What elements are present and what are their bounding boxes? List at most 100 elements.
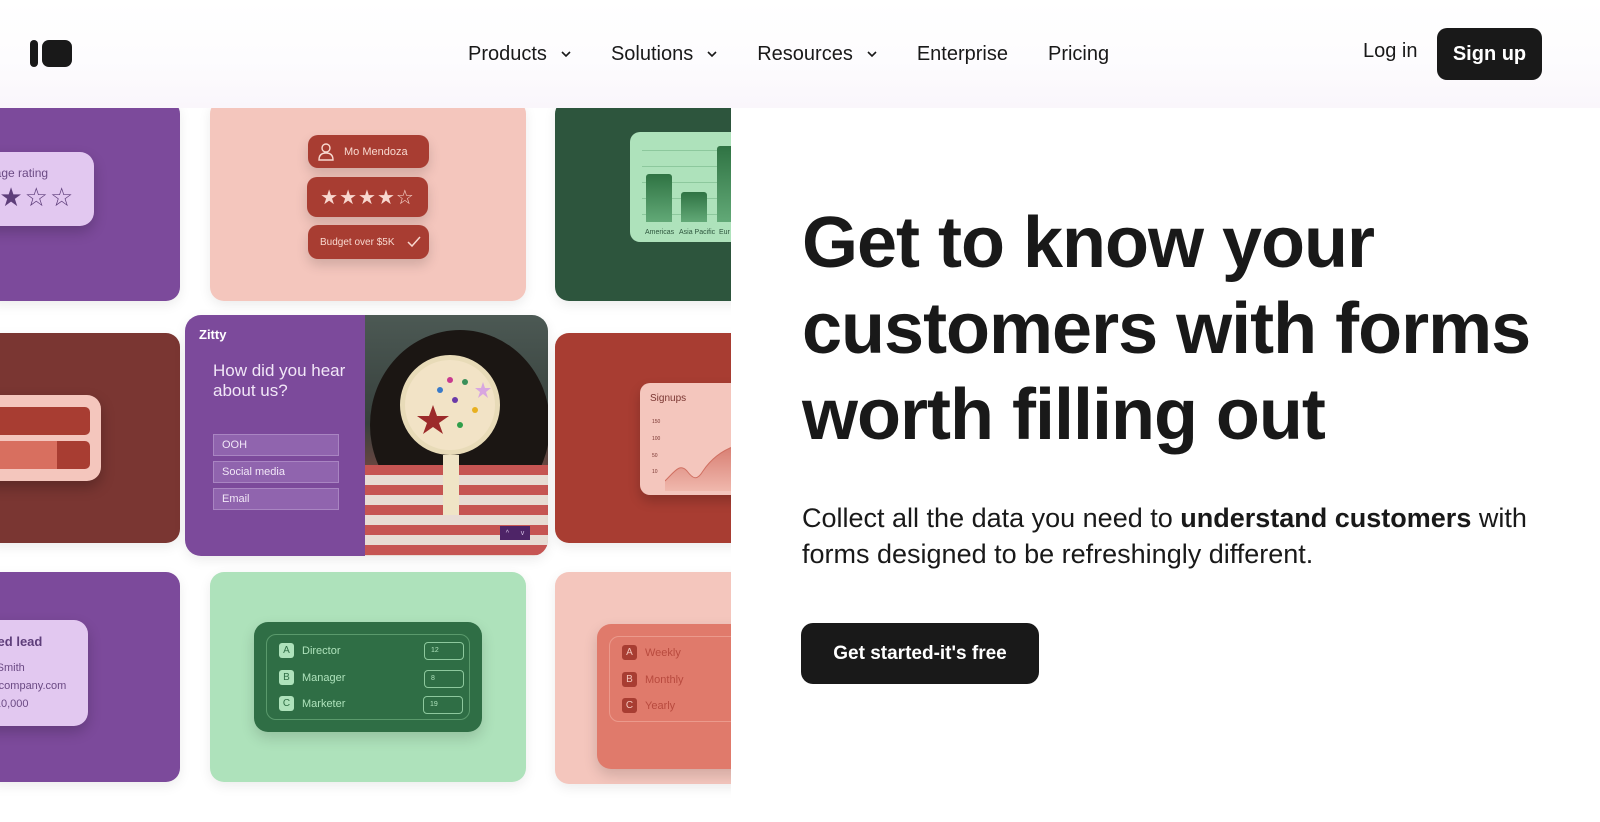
choice-label: Yearly (645, 699, 676, 712)
hero-subtitle-bold: understand customers (1180, 503, 1472, 533)
rating-stars: ★★☆☆ (0, 182, 75, 213)
main-nav: Products Solutions Resources Enterprise … (468, 40, 1149, 68)
tile-frequency-choice: A Weekly B Monthly C Yearly (555, 572, 755, 784)
form-nav-arrows[interactable]: ^ v (500, 526, 530, 540)
nav-resources-label: Resources (757, 42, 853, 65)
choice-weekly[interactable]: A Weekly (622, 645, 681, 660)
category-label: Americas (645, 229, 675, 236)
roles-inner: A Director B Manager C Marketer 12 8 19 (266, 634, 470, 720)
user-icon (318, 142, 334, 161)
count-input[interactable]: 8 (424, 670, 464, 688)
contact-name: Mo Mendoza (344, 145, 408, 158)
landing-page: Products Solutions Resources Enterprise … (0, 0, 1600, 822)
star-filled-icon: ★ (320, 186, 340, 209)
choice-label: Director (302, 644, 341, 657)
photo-woman-with-mirror: ^ v (365, 315, 548, 556)
zitty-question: How did you hear about us? (213, 361, 346, 400)
choice-key: C (622, 698, 637, 713)
nav-enterprise[interactable]: Enterprise (917, 43, 1008, 66)
nav-products-label: Products (468, 42, 547, 65)
progress-card (0, 395, 101, 481)
rating-card: erage rating ★★☆☆ (0, 152, 94, 226)
get-started-button[interactable]: Get started-it's free (801, 623, 1039, 684)
y-tick: 150 (652, 419, 661, 425)
photo-mirror-handle (443, 455, 459, 515)
sticker-decoration-icon (417, 377, 491, 434)
signups-title: Signups (650, 393, 687, 404)
nav-products[interactable]: Products (468, 43, 571, 66)
lead-email: y@company.com (0, 680, 67, 692)
logo-block-shape (42, 40, 72, 67)
nav-solutions[interactable]: Solutions (611, 43, 717, 66)
top-nav-bar: Products Solutions Resources Enterprise … (0, 0, 1600, 108)
option-email[interactable]: Email (213, 488, 339, 510)
choice-yearly[interactable]: C Yearly (622, 698, 675, 713)
tile-contact-pills: Mo Mendoza ★ ★ ★ ★ ☆ Budget over $5K (210, 100, 526, 301)
choice-label: Weekly (645, 646, 681, 659)
choice-monthly[interactable]: B Monthly (622, 672, 684, 687)
option-social-media[interactable]: Social media (213, 461, 339, 483)
option-ooh[interactable]: OOH (213, 434, 339, 456)
nav-pricing-label: Pricing (1047, 42, 1110, 65)
tile-zitty-form: Zitty How did you hear about us? OOH Soc… (185, 315, 548, 556)
choice-director[interactable]: A Director (279, 643, 341, 658)
chevron-down-icon[interactable]: v (521, 530, 525, 537)
choice-manager[interactable]: B Manager (279, 670, 345, 685)
choice-key: B (622, 672, 637, 687)
choice-key: A (622, 645, 637, 660)
rating-pill: ★ ★ ★ ★ ☆ (307, 177, 428, 217)
budget-label: Budget over $5K (320, 236, 395, 248)
count-input[interactable]: 19 (423, 696, 463, 714)
y-tick: 50 (652, 453, 658, 459)
name-pill: Mo Mendoza (308, 135, 429, 168)
lead-budget: r $10,000 (0, 698, 29, 710)
lead-name: ey Smith (0, 662, 25, 674)
category-label: Asia Pacific (679, 229, 716, 236)
bar-asia-pacific (681, 192, 707, 222)
hero-title: Get to know your customers with forms wo… (802, 203, 1531, 455)
bar-americas (646, 174, 672, 222)
star-empty-icon: ☆ (49, 182, 76, 212)
checkmark-icon (406, 236, 421, 248)
star-filled-icon: ★ (0, 182, 25, 212)
roles-card: A Director B Manager C Marketer 12 8 19 (254, 622, 482, 732)
y-tick: 10 (652, 469, 658, 475)
tile-average-rating: erage rating ★★☆☆ (0, 100, 180, 301)
lead-card: ified lead ey Smith y@company.com r $10,… (0, 620, 88, 726)
zitty-form-panel: Zitty How did you hear about us? OOH Soc… (185, 315, 365, 556)
tile-progress (0, 333, 180, 543)
photo-mirror (400, 355, 500, 455)
star-filled-icon: ★ (358, 186, 377, 209)
star-filled-icon: ★ (339, 186, 359, 209)
logo-bar-shape (30, 40, 38, 67)
choice-marketer[interactable]: C Marketer (279, 696, 345, 711)
tile-roles-choice: A Director B Manager C Marketer 12 8 19 (210, 572, 526, 782)
progress-track (0, 441, 90, 469)
progress-fill (0, 441, 57, 469)
choice-key: A (279, 643, 294, 658)
star-filled-icon: ★ (376, 186, 396, 209)
chevron-down-icon (561, 51, 571, 58)
star-empty-icon: ☆ (24, 182, 50, 212)
tile-signups-chart: Signups 150 100 50 10 (555, 333, 755, 543)
category-label: Eur (719, 229, 730, 236)
tile-qualified-lead: ified lead ey Smith y@company.com r $10,… (0, 572, 180, 782)
nav-pricing[interactable]: Pricing (1048, 43, 1109, 66)
nav-enterprise-label: Enterprise (916, 42, 1008, 65)
budget-pill: Budget over $5K (308, 225, 429, 259)
nav-solutions-label: Solutions (610, 42, 694, 65)
progress-track (0, 407, 90, 435)
logo[interactable] (30, 40, 72, 67)
choice-label: Marketer (302, 697, 346, 710)
star-empty-icon: ☆ (395, 186, 415, 209)
count-input[interactable]: 12 (424, 642, 464, 660)
nav-resources[interactable]: Resources (757, 43, 877, 66)
hero-subtitle-pre: Collect all the data you need to (802, 503, 1181, 533)
signup-button[interactable]: Sign up (1437, 28, 1542, 80)
zitty-brand: Zitty (199, 327, 227, 342)
chevron-down-icon (707, 51, 717, 58)
login-link[interactable]: Log in (1363, 40, 1418, 63)
choice-label: Manager (302, 671, 346, 684)
choice-label: Monthly (645, 673, 684, 686)
chevron-up-icon[interactable]: ^ (506, 530, 509, 537)
